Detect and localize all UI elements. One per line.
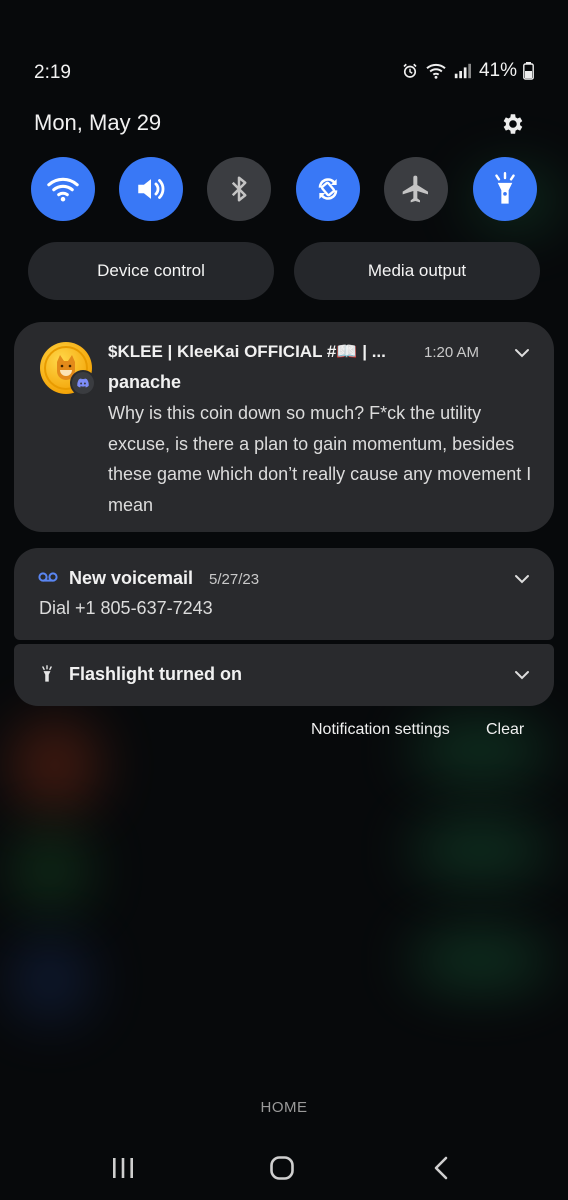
voicemail-number: Dial +1 805-637-7243 bbox=[39, 598, 213, 618]
home-label: HOME bbox=[260, 1099, 308, 1116]
bluetooth-toggle[interactable] bbox=[207, 157, 271, 221]
voicemail-icon bbox=[38, 570, 58, 588]
alarm-icon bbox=[401, 62, 419, 80]
voicemail-notification[interactable]: New voicemail 5/27/23 Dial +1 805-637-72… bbox=[14, 548, 554, 640]
message-sender: panache bbox=[108, 372, 182, 392]
airplane-toggle[interactable] bbox=[384, 157, 448, 221]
background-blur bbox=[10, 830, 90, 910]
sound-toggle[interactable] bbox=[119, 157, 183, 221]
rotate-icon bbox=[318, 178, 338, 200]
media-output-button[interactable]: Media output bbox=[294, 242, 540, 300]
airplane-icon bbox=[402, 175, 428, 203]
flashlight-notification[interactable]: Flashlight turned on bbox=[14, 644, 554, 706]
status-time: 2:19 bbox=[34, 62, 71, 83]
signal-icon bbox=[453, 62, 471, 80]
date-label: Mon, May 29 bbox=[34, 110, 162, 135]
notification-time: 1:20 AM bbox=[424, 344, 480, 361]
flashlight-small-icon bbox=[40, 664, 54, 689]
expand-button[interactable] bbox=[511, 568, 533, 590]
bluetooth-icon bbox=[231, 176, 247, 202]
background-blur bbox=[10, 720, 100, 810]
chevron-down-icon bbox=[515, 671, 529, 680]
settings-button[interactable] bbox=[496, 108, 528, 140]
flashlight-icon bbox=[495, 172, 515, 204]
notification-title: $KLEE | KleeKai OFFICIAL #📖 | ... bbox=[108, 342, 386, 361]
battery-icon bbox=[523, 62, 534, 80]
voicemail-title: New voicemail bbox=[69, 568, 194, 588]
expand-button[interactable] bbox=[511, 664, 533, 686]
flashlight-title: Flashlight turned on bbox=[69, 664, 242, 684]
wifi-status-icon bbox=[425, 62, 447, 80]
chevron-down-icon bbox=[515, 575, 529, 584]
message-body: Why is this coin down so much? F*ck the … bbox=[108, 403, 532, 515]
status-bar: 2:19 41% bbox=[0, 58, 568, 88]
auto-rotate-toggle[interactable] bbox=[296, 157, 360, 221]
recent-apps-button[interactable] bbox=[103, 1150, 143, 1186]
home-icon bbox=[270, 1156, 294, 1180]
discord-badge bbox=[70, 370, 96, 396]
status-icons: 41% bbox=[401, 60, 534, 82]
wifi-icon bbox=[47, 177, 79, 202]
wifi-toggle[interactable] bbox=[31, 157, 95, 221]
message-notification[interactable]: $KLEE | KleeKai OFFICIAL #📖 | ... 1:20 A… bbox=[14, 322, 554, 532]
gear-icon bbox=[503, 114, 523, 134]
volume-icon bbox=[138, 179, 165, 199]
discord-icon bbox=[77, 378, 89, 388]
back-button[interactable] bbox=[421, 1150, 461, 1186]
battery-percent: 41% bbox=[478, 60, 517, 81]
background-blur bbox=[410, 820, 550, 880]
voicemail-date: 5/27/23 bbox=[209, 571, 260, 588]
background-blur bbox=[410, 930, 550, 990]
recents-icon bbox=[113, 1158, 133, 1178]
notification-settings-link[interactable]: Notification settings bbox=[311, 721, 450, 739]
home-button[interactable] bbox=[262, 1150, 302, 1186]
flashlight-toggle[interactable] bbox=[473, 157, 537, 221]
expand-button[interactable] bbox=[511, 342, 533, 364]
back-icon bbox=[434, 1156, 448, 1180]
quick-settings-row bbox=[31, 157, 537, 221]
background-blur bbox=[10, 940, 90, 1020]
chevron-down-icon bbox=[515, 349, 529, 358]
clear-button[interactable]: Clear bbox=[486, 721, 524, 739]
device-control-button[interactable]: Device control bbox=[28, 242, 274, 300]
